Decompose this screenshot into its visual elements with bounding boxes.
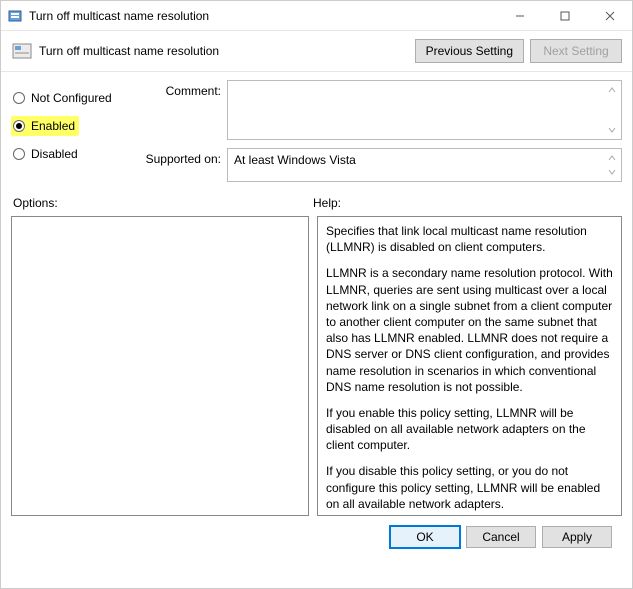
options-pane — [11, 216, 309, 516]
help-paragraph: LLMNR is a secondary name resolution pro… — [326, 265, 613, 395]
radio-label: Enabled — [31, 119, 75, 133]
ok-button[interactable]: OK — [390, 526, 460, 548]
next-setting-button: Next Setting — [530, 39, 622, 63]
title-bar: Turn off multicast name resolution — [1, 1, 632, 31]
dialog-footer: OK Cancel Apply — [11, 516, 622, 548]
help-paragraph: If you enable this policy setting, LLMNR… — [326, 405, 613, 454]
supported-on-value: At least Windows Vista — [234, 153, 356, 167]
state-radios: Not Configured Enabled Disabled — [11, 80, 131, 182]
radio-icon — [13, 120, 25, 132]
supported-on-value-box: At least Windows Vista — [227, 148, 622, 182]
supported-on-label: Supported on: — [141, 148, 221, 166]
radio-label: Disabled — [31, 147, 78, 161]
previous-setting-button[interactable]: Previous Setting — [415, 39, 524, 63]
comment-input[interactable] — [227, 80, 622, 140]
comment-label: Comment: — [141, 80, 221, 98]
radio-not-configured[interactable]: Not Configured — [11, 88, 131, 108]
cancel-button[interactable]: Cancel — [466, 526, 536, 548]
minimize-button[interactable] — [497, 1, 542, 30]
window-title: Turn off multicast name resolution — [29, 9, 497, 23]
help-section-label: Help: — [313, 196, 341, 210]
policy-heading: Turn off multicast name resolution — [39, 44, 409, 58]
radio-icon — [13, 148, 25, 160]
close-button[interactable] — [587, 1, 632, 30]
radio-icon — [13, 92, 25, 104]
maximize-button[interactable] — [542, 1, 587, 30]
radio-disabled[interactable]: Disabled — [11, 144, 131, 164]
header-row: Turn off multicast name resolution Previ… — [11, 39, 622, 63]
scroll-up-icon[interactable] — [605, 151, 619, 165]
help-pane: Specifies that link local multicast name… — [317, 216, 622, 516]
scroll-up-icon[interactable] — [605, 83, 619, 97]
options-section-label: Options: — [13, 196, 313, 210]
scroll-down-icon[interactable] — [605, 123, 619, 137]
radio-label: Not Configured — [31, 91, 112, 105]
help-paragraph: If you disable this policy setting, or y… — [326, 463, 613, 512]
radio-enabled[interactable]: Enabled — [11, 116, 79, 136]
apply-button[interactable]: Apply — [542, 526, 612, 548]
scroll-down-icon[interactable] — [605, 165, 619, 179]
policy-object-icon — [11, 41, 33, 61]
help-paragraph: Specifies that link local multicast name… — [326, 223, 613, 255]
policy-icon — [7, 8, 23, 24]
